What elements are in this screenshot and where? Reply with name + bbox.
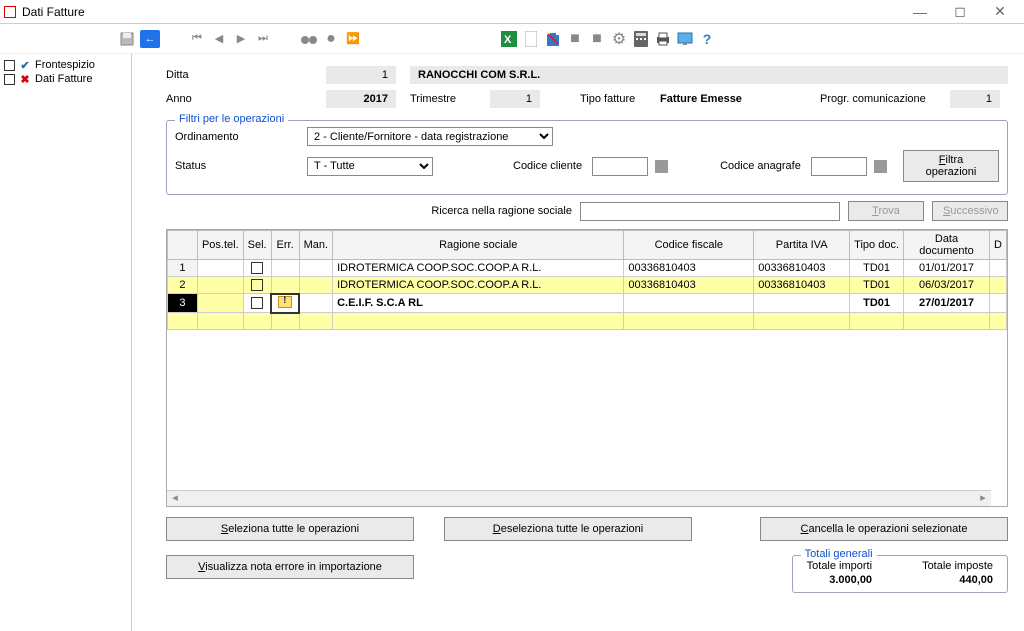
ordinamento-label: Ordinamento — [175, 131, 303, 143]
col-extra[interactable]: D — [989, 231, 1006, 260]
grid: Pos.tel. Sel. Err. Man. Ragione sociale … — [166, 229, 1008, 507]
tree-item-frontespizio[interactable]: ✔ Frontespizio — [2, 58, 129, 72]
deselect-all-button[interactable]: Deseleziona tutte le operazioni — [444, 517, 692, 541]
checkbox-icon[interactable] — [251, 297, 263, 309]
checkbox-icon[interactable] — [251, 279, 263, 291]
totals-fieldset: Totali generali Totale importi 3.000,00 … — [792, 555, 1008, 593]
content-pane: Ditta 1 RANOCCHI COM S.R.L. Anno 2017 Tr… — [132, 54, 1024, 631]
ricerca-input[interactable] — [580, 202, 840, 221]
horizontal-scrollbar[interactable]: ◂ ▸ — [167, 490, 991, 506]
stop2-icon[interactable]: ■ — [588, 30, 606, 48]
first-icon[interactable]: ⏮ — [188, 30, 206, 48]
back-icon[interactable]: ← — [140, 30, 160, 48]
anno-value: 2017 — [326, 90, 396, 108]
col-err[interactable]: Err. — [271, 231, 299, 260]
scroll-right-icon[interactable]: ▸ — [975, 491, 991, 506]
screen-icon[interactable] — [676, 30, 694, 48]
progr-value: 1 — [950, 90, 1000, 108]
totale-imposte-value: 440,00 — [922, 574, 993, 586]
trimestre-label: Trimestre — [410, 93, 490, 105]
stop1-icon[interactable]: ■ — [566, 30, 584, 48]
help-icon[interactable]: ? — [698, 30, 716, 48]
toolbar: ← ⏮ ◀ ▶ ⏭ ● ⏩ X ■ ■ ⚙ ? — [0, 24, 1024, 54]
check-icon: ✔ — [19, 59, 31, 71]
ditta-value: 1 — [326, 66, 396, 84]
codice-anagrafe-input[interactable] — [811, 157, 867, 176]
ditta-name: RANOCCHI COM S.R.L. — [410, 66, 1008, 84]
col-postel[interactable]: Pos.tel. — [197, 231, 243, 260]
maximize-button[interactable]: ◻ — [940, 1, 980, 23]
sidebar: ✔ Frontespizio ✖ Dati Fatture — [0, 54, 132, 631]
warning-icon — [278, 296, 292, 308]
operations-table[interactable]: Pos.tel. Sel. Err. Man. Ragione sociale … — [167, 230, 1007, 330]
minimize-button[interactable]: — — [900, 1, 940, 23]
progr-label: Progr. comunicazione — [820, 93, 950, 105]
totale-importi-label: Totale importi — [807, 560, 872, 572]
ordinamento-select[interactable]: 2 - Cliente/Fornitore - data registrazio… — [307, 127, 553, 146]
delete-icon[interactable] — [544, 30, 562, 48]
status-label: Status — [175, 160, 303, 172]
skip-icon[interactable]: ⏩ — [344, 30, 362, 48]
doc-icon[interactable] — [522, 30, 540, 48]
next-icon[interactable]: ▶ — [232, 30, 250, 48]
show-import-error-button[interactable]: Visualizza nota errore in importazione — [166, 555, 414, 579]
totals-legend: Totali generali — [801, 548, 877, 560]
totale-importi-value: 3.000,00 — [807, 574, 872, 586]
lookup-icon[interactable] — [874, 160, 887, 173]
checkbox-icon[interactable] — [4, 60, 15, 71]
ditta-label: Ditta — [166, 69, 326, 81]
window-title: Dati Fatture — [22, 5, 900, 19]
prev-icon[interactable]: ◀ — [210, 30, 228, 48]
select-all-button[interactable]: Seleziona tutte le operazioni — [166, 517, 414, 541]
delete-selected-button[interactable]: Cancella le operazioni selezionate — [760, 517, 1008, 541]
binoculars-icon[interactable] — [300, 30, 318, 48]
titlebar: Dati Fatture — ◻ ✕ — [0, 0, 1024, 24]
ricerca-label: Ricerca nella ragione sociale — [431, 205, 572, 217]
col-cf[interactable]: Codice fiscale — [624, 231, 754, 260]
cross-icon: ✖ — [19, 73, 31, 85]
col-tipo[interactable]: Tipo doc. — [850, 231, 904, 260]
col-ragione[interactable]: Ragione sociale — [333, 231, 624, 260]
svg-text:X: X — [504, 34, 512, 46]
anno-label: Anno — [166, 93, 326, 105]
settings-icon[interactable]: ⚙ — [610, 30, 628, 48]
last-icon[interactable]: ⏭ — [254, 30, 272, 48]
codice-anagrafe-label: Codice anagrafe — [720, 160, 801, 172]
trova-button[interactable]: Trova — [848, 201, 924, 221]
checkbox-icon[interactable] — [251, 262, 263, 274]
totale-imposte-label: Totale imposte — [922, 560, 993, 572]
filtra-button[interactable]: Filtra operazioni — [903, 150, 999, 182]
close-button[interactable]: ✕ — [980, 1, 1020, 23]
col-man[interactable]: Man. — [299, 231, 332, 260]
tree-item-dati-fatture[interactable]: ✖ Dati Fatture — [2, 72, 129, 86]
scroll-left-icon[interactable]: ◂ — [167, 491, 183, 506]
table-row[interactable]: 3C.E.I.F. S.C.A RLTD0127/01/2017 — [168, 294, 1007, 313]
col-piva[interactable]: Partita IVA — [754, 231, 850, 260]
successivo-button[interactable]: Successivo — [932, 201, 1008, 221]
col-data[interactable]: Data documento — [904, 231, 990, 260]
codice-cliente-label: Codice cliente — [513, 160, 582, 172]
app-icon — [4, 6, 16, 18]
save-icon[interactable] — [118, 30, 136, 48]
lookup-icon[interactable] — [655, 160, 668, 173]
record-icon[interactable]: ● — [322, 30, 340, 48]
tipo-label: Tipo fatture — [580, 93, 660, 105]
status-select[interactable]: T - Tutte — [307, 157, 433, 176]
print-icon[interactable] — [654, 30, 672, 48]
checkbox-icon[interactable] — [4, 74, 15, 85]
table-row[interactable]: 1IDROTERMICA COOP.SOC.COOP.A R.L.0033681… — [168, 260, 1007, 277]
filters-fieldset: Filtri per le operazioni Ordinamento 2 -… — [166, 120, 1008, 195]
tree-label: Frontespizio — [35, 59, 95, 71]
calculator-icon[interactable] — [632, 30, 650, 48]
excel-icon[interactable]: X — [500, 30, 518, 48]
col-sel[interactable]: Sel. — [243, 231, 271, 260]
table-row[interactable]: 2IDROTERMICA COOP.SOC.COOP.A R.L.0033681… — [168, 277, 1007, 294]
codice-cliente-input[interactable] — [592, 157, 648, 176]
trimestre-value: 1 — [490, 90, 540, 108]
tree-label: Dati Fatture — [35, 73, 92, 85]
filters-legend: Filtri per le operazioni — [175, 113, 288, 125]
tipo-value: Fatture Emesse — [660, 93, 820, 105]
